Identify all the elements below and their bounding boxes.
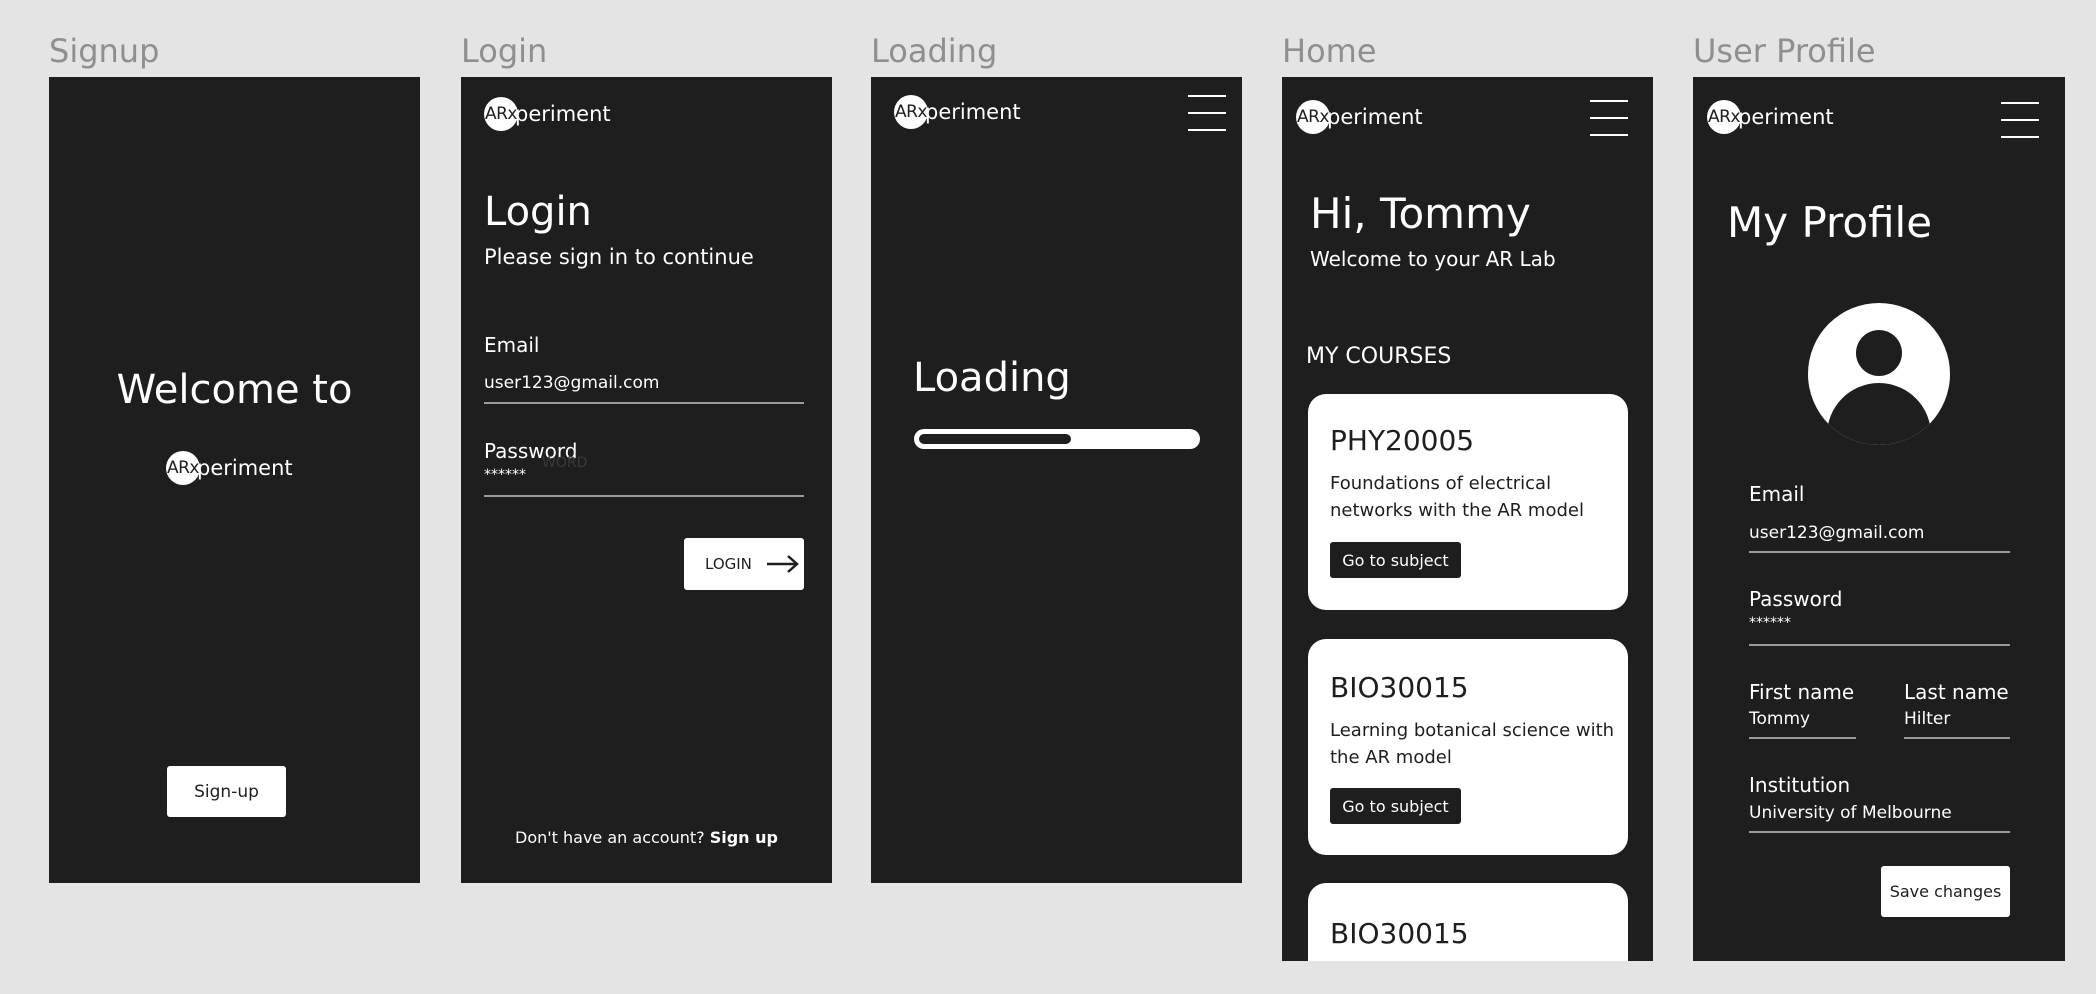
first-name-label: First name <box>1749 680 1855 704</box>
greeting-subheading: Welcome to your AR Lab <box>1310 247 1556 271</box>
greeting-heading: Hi, Tommy <box>1310 189 1531 238</box>
email-underline <box>484 402 804 404</box>
go-to-subject-button[interactable]: Go to subject <box>1330 788 1461 824</box>
last-name-label: Last name <box>1904 680 2009 704</box>
brand-logo: ARx periment <box>1296 100 1423 134</box>
brand-logo: ARx periment <box>894 95 1021 129</box>
brand-logo-text: periment <box>1327 105 1423 129</box>
signup-prompt-text: Don't have an account? <box>515 828 705 847</box>
login-screen: ARx periment Login Please sign in to con… <box>461 77 832 883</box>
frame-title-home: Home <box>1282 32 1377 70</box>
brand-logo-text: periment <box>1738 105 1834 129</box>
course-description: Foundations of electrical networks with … <box>1330 473 1584 521</box>
brand-logo-circle: ARx <box>1707 100 1741 134</box>
password-underline <box>1749 644 2010 646</box>
signup-button[interactable]: Sign-up <box>167 766 286 817</box>
first-name-field[interactable]: Tommy <box>1749 709 1810 729</box>
course-description: Learning botanical science with the AR m… <box>1330 720 1615 768</box>
institution-underline <box>1749 831 2010 833</box>
email-label: Email <box>484 333 540 357</box>
frame-title-profile: User Profile <box>1693 32 1876 70</box>
signup-screen: Welcome to ARx periment Sign-up <box>49 77 420 883</box>
progress-bar <box>914 429 1200 449</box>
last-name-field[interactable]: Hilter <box>1904 709 1950 729</box>
brand-logo-circle: ARx <box>1296 100 1330 134</box>
first-name-underline <box>1749 737 1856 739</box>
frame-title-loading: Loading <box>871 32 998 70</box>
progress-fill <box>919 434 1071 444</box>
menu-icon[interactable] <box>1188 95 1226 131</box>
user-avatar-icon[interactable] <box>1808 303 1950 445</box>
institution-label: Institution <box>1749 773 1851 797</box>
loading-screen: ARx periment Loading <box>871 77 1242 883</box>
brand-logo: ARx periment <box>166 451 293 485</box>
institution-field[interactable]: University of Melbourne <box>1749 803 1952 823</box>
course-code: PHY20005 <box>1330 424 1475 457</box>
brand-logo-circle: ARx <box>166 451 200 485</box>
signup-link[interactable]: Sign up <box>710 828 778 847</box>
last-name-underline <box>1904 737 2010 739</box>
login-heading: Login <box>484 189 592 235</box>
brand-logo-circle: ARx <box>894 95 928 129</box>
menu-icon[interactable] <box>2001 102 2039 138</box>
course-code: BIO30015 <box>1330 671 1469 704</box>
menu-icon[interactable] <box>1590 100 1628 136</box>
arrow-right-icon <box>766 555 799 573</box>
brand-logo-text: periment <box>515 102 611 126</box>
courses-section-title: MY COURSES <box>1306 344 1452 369</box>
profile-heading: My Profile <box>1727 198 1933 247</box>
brand-logo-text: periment <box>925 100 1021 124</box>
password-label: Password <box>1749 587 1843 611</box>
brand-logo-text: periment <box>197 456 293 480</box>
course-card[interactable]: BIO30015 Learning botanical science with… <box>1308 639 1628 855</box>
frame-title-signup: Signup <box>49 32 160 70</box>
welcome-text: Welcome to <box>116 367 353 413</box>
brand-logo: ARx periment <box>1707 100 1834 134</box>
email-label: Email <box>1749 482 1805 506</box>
email-underline <box>1749 551 2010 553</box>
login-button[interactable]: LOGIN <box>684 538 804 590</box>
password-placeholder: WORD <box>542 455 588 471</box>
profile-screen: ARx periment My Profile Email user123@gm… <box>1693 77 2065 961</box>
home-screen: ARx periment Hi, Tommy Welcome to your A… <box>1282 77 1653 961</box>
frame-title-login: Login <box>461 32 548 70</box>
login-button-label: LOGIN <box>705 555 752 573</box>
email-field[interactable]: user123@gmail.com <box>484 373 659 393</box>
signup-prompt: Don't have an account? Sign up <box>461 828 832 847</box>
password-underline <box>484 495 804 497</box>
loading-heading: Loading <box>913 355 1071 401</box>
course-card[interactable]: PHY20005 Foundations of electrical netwo… <box>1308 394 1628 610</box>
login-subheading: Please sign in to continue <box>484 245 754 269</box>
email-field[interactable]: user123@gmail.com <box>1749 523 1924 543</box>
course-code: BIO30015 <box>1330 917 1469 950</box>
brand-logo-circle: ARx <box>484 97 518 131</box>
go-to-subject-button[interactable]: Go to subject <box>1330 542 1461 578</box>
save-changes-button[interactable]: Save changes <box>1881 866 2010 917</box>
course-card[interactable]: BIO30015 <box>1308 883 1628 961</box>
password-field[interactable]: ****** <box>1749 615 1791 631</box>
password-field[interactable]: ****** <box>484 467 526 483</box>
brand-logo: ARx periment <box>484 97 611 131</box>
